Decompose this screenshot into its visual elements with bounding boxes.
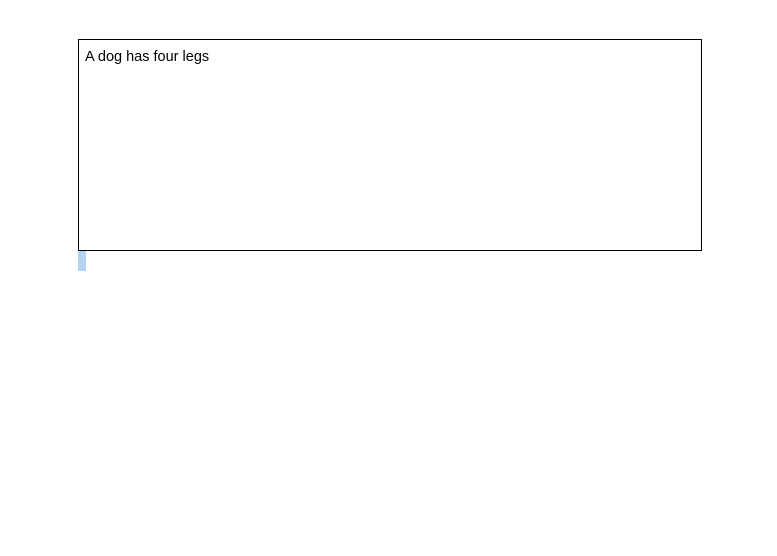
main-textarea[interactable] bbox=[78, 39, 702, 251]
textarea-container bbox=[78, 39, 702, 256]
selection-highlight bbox=[78, 251, 86, 271]
